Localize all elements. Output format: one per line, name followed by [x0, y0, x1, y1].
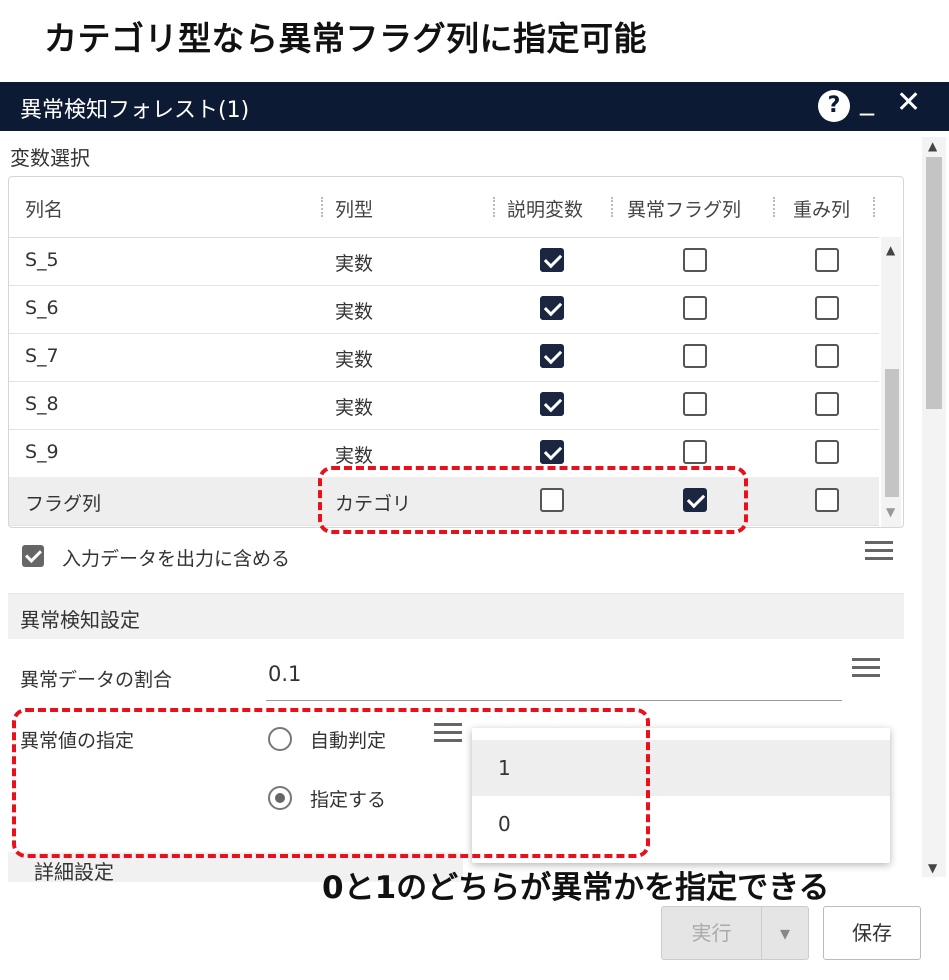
menu-icon[interactable]	[852, 658, 880, 678]
panel-scroll-down-icon[interactable]: ▼	[928, 861, 937, 875]
column-divider	[873, 197, 876, 217]
anomaly-flag-checkbox[interactable]	[683, 392, 707, 416]
weight-checkbox[interactable]	[815, 248, 839, 272]
explanatory-checkbox[interactable]	[540, 440, 564, 464]
anomaly-settings-title: 異常検知設定	[20, 608, 140, 632]
anomaly-flag-checkbox[interactable]	[683, 440, 707, 464]
scroll-up-icon[interactable]: ▲	[886, 243, 895, 257]
save-button[interactable]: 保存	[823, 906, 921, 960]
highlight-category-row	[318, 466, 748, 534]
column-divider	[611, 197, 614, 217]
weight-checkbox[interactable]	[815, 392, 839, 416]
close-icon[interactable]: ✕	[896, 88, 921, 118]
row-name: フラグ列	[25, 493, 102, 515]
details-label: 詳細設定	[34, 860, 114, 884]
panel-scrollbar[interactable]: ▲ ▼	[922, 137, 946, 877]
run-button[interactable]: 実行	[661, 906, 761, 960]
explanatory-checkbox[interactable]	[540, 344, 564, 368]
header-column-type[interactable]: 列型	[335, 195, 373, 222]
grid-scrollbar[interactable]: ▲ ▼	[881, 237, 901, 527]
explanatory-checkbox[interactable]	[540, 296, 564, 320]
chevron-down-icon: ▾	[779, 921, 791, 945]
anomaly-flag-checkbox[interactable]	[683, 344, 707, 368]
window-titlebar: 異常検知フォレスト(1) ? _ ✕	[0, 82, 949, 131]
include-input-checkbox[interactable]	[22, 545, 44, 567]
weight-checkbox[interactable]	[815, 296, 839, 320]
variable-selection-label: 変数選択	[10, 146, 90, 170]
help-icon[interactable]: ?	[818, 90, 850, 122]
grid-header: 列名 列型 説明変数 異常フラグ列 重み列	[9, 177, 879, 238]
table-row[interactable]: S_8 実数	[9, 381, 879, 430]
explanatory-checkbox[interactable]	[540, 392, 564, 416]
anomaly-flag-checkbox[interactable]	[683, 248, 707, 272]
include-input-label: 入力データを出力に含める	[62, 548, 291, 570]
ratio-input-underline	[266, 700, 842, 701]
row-type: 実数	[335, 349, 374, 371]
weight-checkbox[interactable]	[815, 488, 839, 512]
column-divider	[493, 197, 496, 217]
header-column-name[interactable]: 列名	[25, 195, 63, 222]
ratio-label: 異常データの割合	[20, 669, 173, 691]
row-type: 実数	[335, 253, 374, 275]
window-title: 異常検知フォレスト(1)	[20, 98, 250, 123]
table-row[interactable]: S_5 実数	[9, 237, 879, 286]
anomaly-settings-header[interactable]: 異常検知設定	[8, 593, 904, 639]
panel-scroll-up-icon[interactable]: ▲	[928, 139, 937, 153]
table-row[interactable]: S_7 実数	[9, 333, 879, 382]
table-row[interactable]: S_6 実数	[9, 285, 879, 334]
row-type: 実数	[335, 301, 374, 323]
row-type: 実数	[335, 397, 374, 419]
header-explanatory[interactable]: 説明変数	[507, 195, 583, 222]
highlight-anomaly-value	[12, 708, 650, 858]
row-type: 実数	[335, 445, 374, 467]
column-divider	[321, 197, 324, 217]
column-divider	[773, 197, 776, 217]
run-options-button[interactable]: ▾	[761, 906, 809, 960]
weight-checkbox[interactable]	[815, 344, 839, 368]
ratio-input[interactable]: 0.1	[268, 662, 301, 686]
scroll-down-icon[interactable]: ▼	[886, 505, 895, 519]
row-name: S_5	[25, 249, 59, 271]
row-name: S_7	[25, 345, 59, 367]
explanatory-checkbox[interactable]	[540, 248, 564, 272]
annotation-heading: カテゴリ型なら異常フラグ列に指定可能	[44, 19, 647, 58]
weight-checkbox[interactable]	[815, 440, 839, 464]
menu-icon[interactable]	[865, 541, 893, 561]
minimize-icon[interactable]: _	[860, 86, 874, 114]
grid-scroll-thumb[interactable]	[885, 369, 899, 497]
row-name: S_8	[25, 393, 59, 415]
panel-scroll-thumb[interactable]	[926, 157, 942, 409]
anomaly-flag-checkbox[interactable]	[683, 296, 707, 320]
header-anomaly-flag[interactable]: 異常フラグ列	[627, 195, 741, 222]
header-weight[interactable]: 重み列	[793, 195, 850, 222]
annotation-callout: 0と1のどちらが異常かを指定できる	[322, 870, 830, 906]
row-name: S_6	[25, 297, 59, 319]
row-name: S_9	[25, 441, 59, 463]
